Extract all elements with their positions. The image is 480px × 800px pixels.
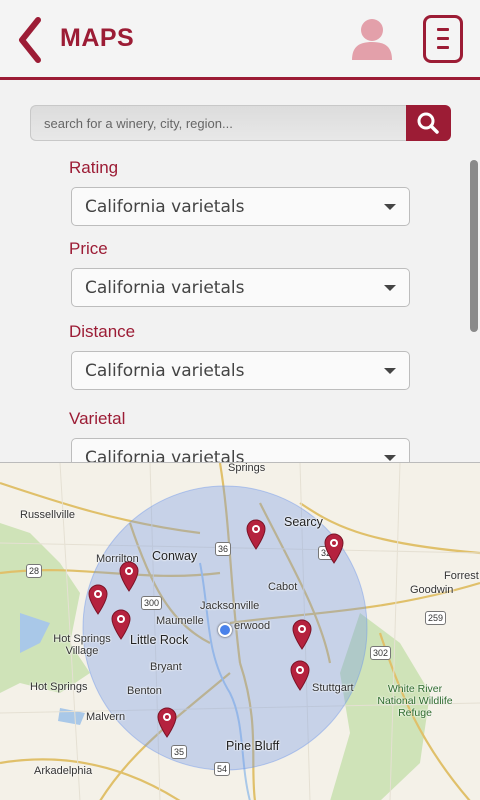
- distance-select-value: California varietals: [85, 361, 245, 381]
- price-select[interactable]: California varietals: [71, 268, 410, 307]
- dropdown-caret-icon: [384, 285, 396, 291]
- rating-select[interactable]: California varietals: [71, 187, 410, 226]
- app-header: MAPS: [0, 0, 480, 80]
- map-pin-icon: [88, 584, 108, 615]
- map-label: Hot Springs Village: [53, 633, 111, 657]
- map-pin-icon: [111, 609, 131, 640]
- map-pin-icon: [324, 533, 344, 564]
- map-label: Cabot: [268, 581, 298, 593]
- highway-shield: 28: [26, 564, 43, 578]
- rating-label: Rating: [69, 158, 119, 177]
- winery-pin[interactable]: [323, 532, 345, 564]
- map-pin-icon: [119, 561, 139, 592]
- dropdown-caret-icon: [384, 204, 396, 210]
- price-label: Price: [69, 239, 108, 258]
- search-button[interactable]: [406, 105, 451, 141]
- varietal-select-value: California varietals: [85, 448, 245, 462]
- page-title: MAPS: [60, 24, 135, 52]
- map-label: Forrest: [444, 570, 479, 582]
- map-label: Springs: [228, 462, 266, 474]
- varietal-select[interactable]: California varietals: [71, 438, 410, 462]
- highway-shield: 36: [215, 542, 232, 556]
- winery-pin[interactable]: [87, 583, 109, 615]
- map-label: Benton: [127, 685, 162, 697]
- map-pin-icon: [246, 519, 266, 550]
- map-label: Hot Springs: [30, 681, 88, 693]
- map-label: Pine Bluff: [226, 739, 280, 753]
- map-label: Goodwin: [410, 584, 454, 596]
- user-icon: [352, 19, 392, 60]
- winery-pin[interactable]: [245, 518, 267, 550]
- varietal-label: Varietal: [69, 409, 126, 428]
- distance-select[interactable]: California varietals: [71, 351, 410, 390]
- search-bar: [30, 105, 451, 141]
- winery-pin[interactable]: [156, 706, 178, 738]
- scrollbar-thumb[interactable]: [470, 160, 478, 332]
- dropdown-caret-icon: [384, 368, 396, 374]
- profile-button[interactable]: [348, 16, 396, 62]
- map-label: erwood: [234, 620, 271, 632]
- map-label: Arkadelphia: [34, 765, 93, 777]
- search-input[interactable]: [30, 105, 406, 141]
- map-pin-icon: [292, 619, 312, 650]
- dropdown-caret-icon: [384, 455, 396, 461]
- winery-pin[interactable]: [110, 608, 132, 640]
- price-select-value: California varietals: [85, 278, 245, 298]
- filter-scrollbar[interactable]: [470, 160, 478, 462]
- map-pin-icon: [290, 660, 310, 691]
- map-label: White River National Wildlife Refuge: [377, 683, 453, 719]
- highway-shield: 302: [370, 646, 392, 660]
- map-label: Malvern: [86, 711, 126, 723]
- highway-shield: 300: [141, 596, 163, 610]
- winery-pin[interactable]: [291, 618, 313, 650]
- map-label: Stuttgart: [312, 682, 354, 694]
- rating-select-value: California varietals: [85, 197, 245, 217]
- distance-label: Distance: [69, 322, 136, 341]
- winery-pin[interactable]: [118, 560, 140, 592]
- map-pin-icon: [157, 707, 177, 738]
- back-button[interactable]: [14, 14, 46, 66]
- chevron-left-icon: [19, 17, 41, 63]
- highway-shield: 35: [171, 745, 188, 759]
- map-view[interactable]: Springs Russellville Searcy Conway Morri…: [0, 462, 480, 800]
- map-label: Russellville: [20, 509, 76, 521]
- map-label: Maumelle: [156, 615, 204, 627]
- highway-shield: 54: [214, 762, 231, 776]
- hamburger-menu-icon: [437, 28, 449, 31]
- search-icon: [417, 112, 439, 134]
- filter-panel: Rating California varietals Price Califo…: [0, 150, 480, 462]
- map-label: Jacksonville: [200, 600, 260, 612]
- map-label: Searcy: [284, 515, 323, 529]
- current-location-dot: [218, 623, 232, 637]
- highway-shield: 259: [425, 611, 447, 625]
- winery-pin[interactable]: [289, 659, 311, 691]
- map-label: Bryant: [150, 661, 182, 673]
- map-label: Little Rock: [130, 633, 189, 647]
- map-label: Conway: [152, 549, 198, 563]
- menu-button[interactable]: [423, 15, 463, 63]
